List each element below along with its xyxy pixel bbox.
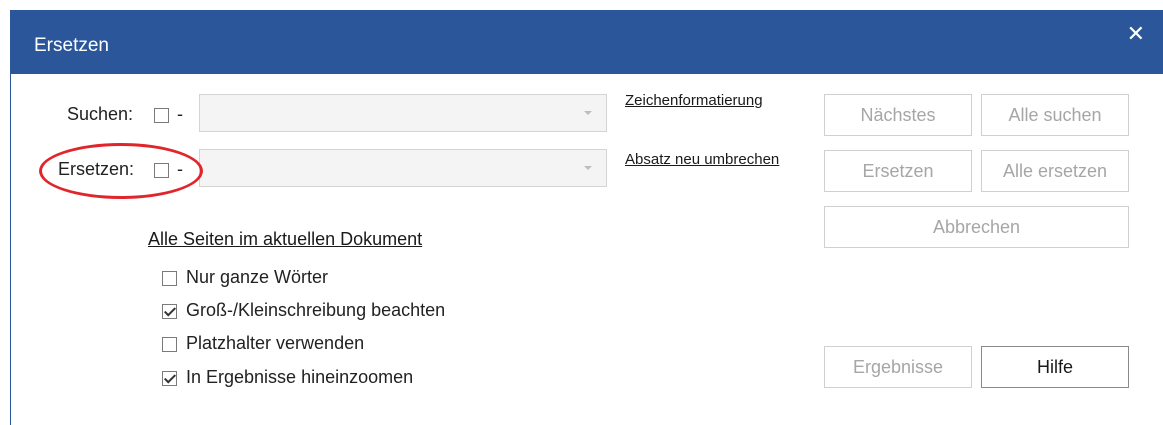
replace-format-checkbox[interactable]	[154, 163, 169, 178]
replace-dash: -	[177, 159, 183, 179]
character-format-link[interactable]: Zeichenformatierung	[625, 92, 763, 109]
search-scope-link[interactable]: Alle Seiten im aktuellen Dokument	[148, 229, 422, 250]
wildcards-checkbox[interactable]	[162, 337, 177, 352]
dialog-title: Ersetzen	[34, 35, 109, 56]
dialog-body: Suchen: - Ersetzen: - Zeichenformatierun…	[10, 74, 1163, 425]
replace-label: Ersetzen:	[58, 159, 135, 179]
search-dash: -	[177, 104, 183, 124]
match-case-label: Groß-/Kleinschreibung beachten	[186, 300, 446, 320]
replace-button[interactable]: Ersetzen	[824, 150, 972, 192]
zoom-results-label: In Ergebnisse hineinzoomen	[186, 367, 414, 387]
cancel-button[interactable]: Abbrechen	[824, 206, 1129, 248]
replace-dialog: Ersetzen ✕ Suchen: - Ersetzen: - Zeichen…	[0, 0, 1163, 425]
search-dropdown-arrow-icon[interactable]	[584, 111, 592, 115]
paragraph-break-link[interactable]: Absatz neu umbrechen	[625, 151, 779, 168]
whole-words-label: Nur ganze Wörter	[186, 267, 329, 287]
results-button[interactable]: Ergebnisse	[824, 346, 972, 388]
search-label: Suchen:	[67, 104, 134, 124]
whole-words-checkbox[interactable]	[162, 271, 177, 286]
search-combobox[interactable]	[199, 94, 607, 132]
match-case-checkbox[interactable]	[162, 304, 177, 319]
search-format-checkbox[interactable]	[154, 108, 169, 123]
wildcards-label: Platzhalter verwenden	[186, 333, 365, 353]
title-bar: Ersetzen ✕	[10, 10, 1163, 74]
find-all-button[interactable]: Alle suchen	[981, 94, 1129, 136]
replace-all-button[interactable]: Alle ersetzen	[981, 150, 1129, 192]
close-icon[interactable]: ✕	[1127, 22, 1145, 47]
zoom-results-checkbox[interactable]	[162, 371, 177, 386]
replace-dropdown-arrow-icon[interactable]	[584, 166, 592, 170]
next-button[interactable]: Nächstes	[824, 94, 972, 136]
help-button[interactable]: Hilfe	[981, 346, 1129, 388]
replace-combobox[interactable]	[199, 149, 607, 187]
